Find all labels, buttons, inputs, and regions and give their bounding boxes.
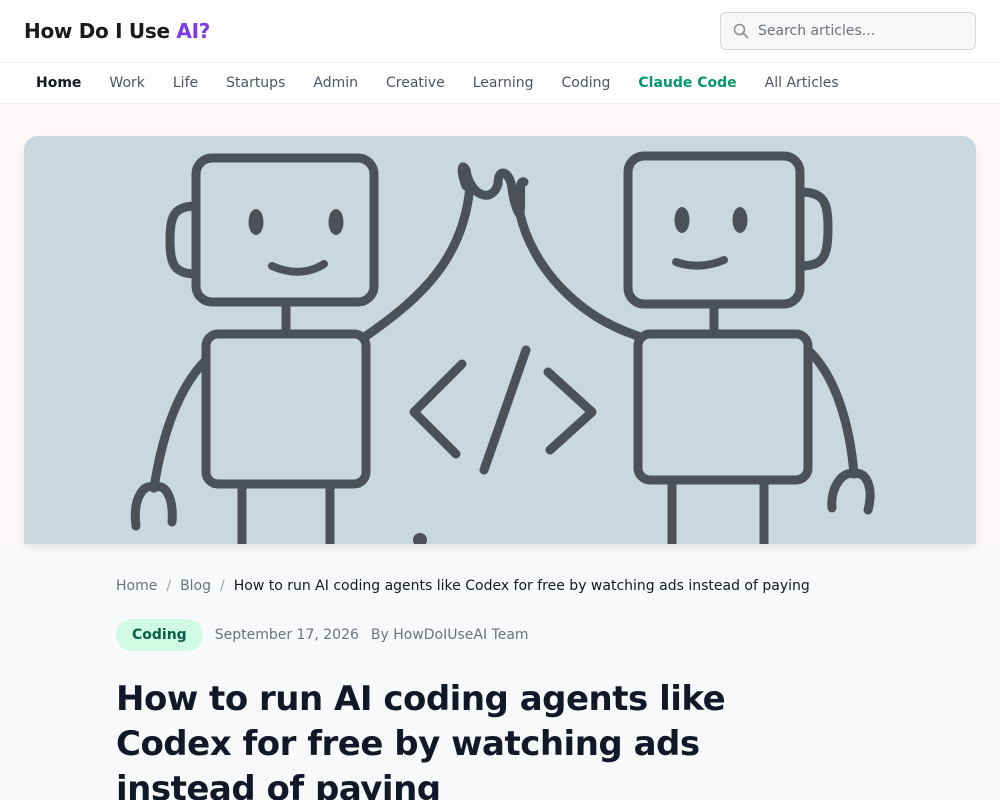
search-input[interactable] [758,23,958,39]
main-nav: Home Work Life Startups Admin Creative L… [0,62,1000,104]
nav-item-admin[interactable]: Admin [299,75,372,91]
author-byline: By HowDoIUseAI Team [370,627,529,643]
nav-item-creative[interactable]: Creative [372,75,459,91]
nav-item-work[interactable]: Work [95,75,158,91]
breadcrumb-separator: / [220,578,225,594]
hero-image [24,136,976,544]
nav-item-all-articles[interactable]: All Articles [751,75,853,91]
breadcrumb-home[interactable]: Home [116,578,157,594]
article-header: Home / Blog / How to run AI coding agent… [0,578,1000,800]
site-logo[interactable]: How Do I Use AI? [24,19,210,43]
category-badge[interactable]: Coding [116,619,203,651]
nav-item-learning[interactable]: Learning [459,75,548,91]
nav-item-coding[interactable]: Coding [547,75,624,91]
search-icon [733,23,749,39]
breadcrumb-separator: / [166,578,172,594]
article-title: How to run AI coding agents like Codex f… [116,679,726,800]
breadcrumb-current: How to run AI coding agents like Codex f… [233,578,810,594]
search-box[interactable] [720,12,976,50]
nav-item-claude-code[interactable]: Claude Code [624,75,750,91]
nav-item-home[interactable]: Home [22,75,95,91]
logo-text: How Do I Use [24,19,177,43]
breadcrumb: Home / Blog / How to run AI coding agent… [116,578,1000,594]
breadcrumb-blog[interactable]: Blog [180,578,211,594]
article-meta: Coding September 17, 2026 By HowDoIUseAI… [116,619,1000,651]
publish-date: September 17, 2026 [214,627,359,643]
site-header: How Do I Use AI? [0,0,1000,62]
robots-high-five-illustration [130,151,875,544]
logo-accent-text: AI? [176,19,211,43]
nav-item-startups[interactable]: Startups [212,75,299,91]
nav-item-life[interactable]: Life [159,75,212,91]
hero-section [0,104,1000,544]
